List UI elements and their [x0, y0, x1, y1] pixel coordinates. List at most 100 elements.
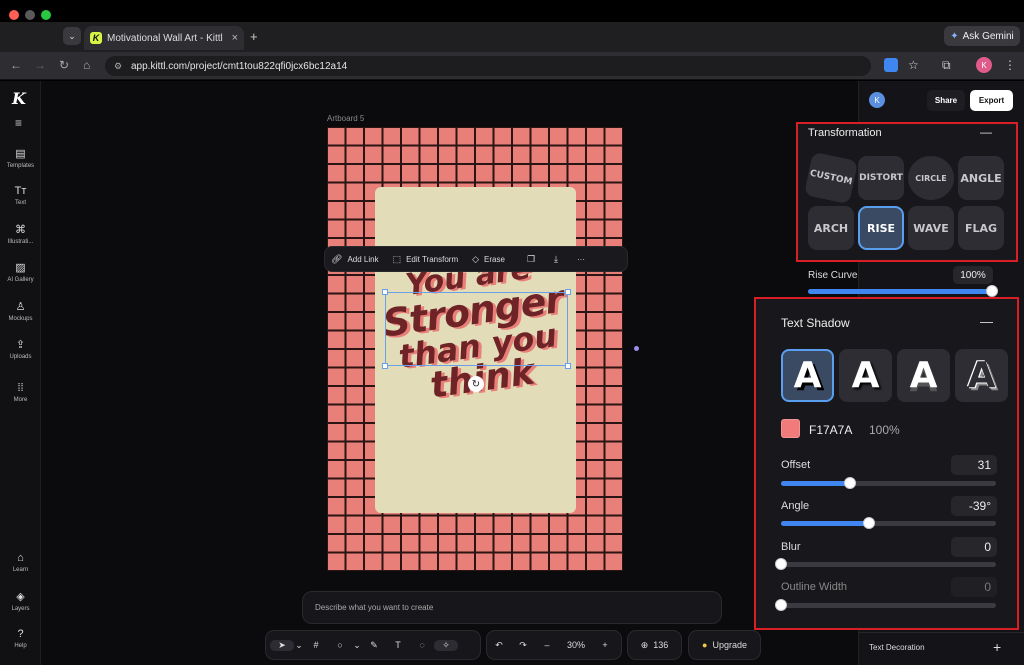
erase-button[interactable]: ◇ Erase	[472, 254, 505, 265]
browser-menu-icon[interactable]: ⋮	[1004, 58, 1016, 72]
slider-knob[interactable]	[775, 558, 787, 570]
redo-icon[interactable]: ↷	[511, 640, 535, 651]
sidebar-item-templates[interactable]: ▤ Templates	[0, 147, 41, 169]
text-decoration-label[interactable]: Text Decoration	[869, 643, 925, 652]
chevron-down-icon[interactable]: ⌄	[352, 640, 362, 651]
minimize-window-button[interactable]	[25, 10, 35, 20]
ask-gemini-button[interactable]: ✦ Ask Gemini	[944, 26, 1020, 46]
blur-slider[interactable]	[775, 558, 996, 570]
shadow-opacity[interactable]: 100%	[869, 423, 900, 437]
collapse-text-shadow-icon[interactable]: —	[980, 314, 993, 329]
sidebar-item-ai-gallery[interactable]: ▨ AI Gallery	[0, 261, 41, 283]
ai-magic-tool-icon[interactable]: ✧	[434, 639, 458, 651]
transform-flag[interactable]: FLAG	[958, 206, 1004, 250]
help-icon: ?	[17, 628, 24, 640]
shadow-style-2[interactable]: A	[839, 349, 892, 402]
sidebar-item-uploads[interactable]: ⇪ Uploads	[0, 338, 41, 360]
outline-width-value[interactable]: 0	[951, 577, 997, 597]
back-icon[interactable]: ←	[10, 58, 22, 72]
comment-tool-icon[interactable]: ◌	[410, 640, 434, 650]
resize-handle[interactable]	[382, 289, 388, 295]
transform-custom[interactable]: CUSTOM	[803, 151, 859, 205]
undo-icon[interactable]: ↶	[487, 640, 511, 651]
cast-icon[interactable]	[884, 58, 898, 72]
collapse-transformation-icon[interactable]: —	[980, 125, 992, 139]
slider-knob[interactable]	[986, 285, 998, 297]
zoom-window-button[interactable]	[41, 10, 51, 20]
transform-wave[interactable]: WAVE	[908, 206, 954, 250]
chevron-down-icon[interactable]: ⌄	[294, 640, 304, 651]
reload-icon[interactable]: ↻	[59, 58, 69, 72]
text-icon: Tт	[14, 185, 27, 197]
offset-value[interactable]: 31	[951, 455, 997, 475]
slider-knob[interactable]	[775, 599, 787, 611]
shadow-style-4[interactable]: A	[955, 349, 1008, 402]
add-text-decoration-icon[interactable]: +	[993, 639, 1001, 655]
profile-avatar[interactable]: K	[976, 57, 992, 73]
user-avatar[interactable]: K	[869, 92, 885, 108]
angle-slider[interactable]	[781, 517, 996, 529]
upgrade-button[interactable]: ● Upgrade	[688, 630, 761, 660]
kittl-logo[interactable]: K	[12, 89, 26, 108]
shadow-color-swatch[interactable]	[781, 419, 800, 438]
new-tab-button[interactable]: +	[250, 29, 258, 44]
offset-slider[interactable]	[781, 477, 996, 489]
shadow-style-3[interactable]: A	[897, 349, 950, 402]
sidebar-item-mockups[interactable]: ♙ Mockups	[0, 300, 41, 322]
tab-search-button[interactable]: ⌄	[63, 27, 81, 45]
prompt-input[interactable]: Describe what you want to create	[302, 591, 722, 624]
edit-transform-label: Edit Transform	[406, 254, 459, 264]
rise-curve-value[interactable]: 100%	[953, 266, 993, 284]
angle-value[interactable]: -39°	[951, 496, 997, 516]
sidebar-item-learn[interactable]: ⌂ Learn	[0, 552, 41, 573]
home-icon[interactable]: ⌂	[83, 58, 90, 72]
sidebar-item-text[interactable]: Tт Text	[0, 185, 41, 206]
transform-arch[interactable]: ARCH	[808, 206, 854, 250]
select-tool-icon[interactable]: ➤	[270, 639, 294, 651]
zoom-out-button[interactable]: –	[535, 640, 559, 650]
shadow-style-1[interactable]: A	[781, 349, 834, 402]
transform-distort[interactable]: DISTORT	[858, 156, 904, 200]
zoom-level[interactable]: 30%	[559, 640, 593, 650]
hamburger-menu-icon[interactable]: ≡	[15, 116, 22, 130]
artboard-label: Artboard 5	[327, 114, 365, 123]
outline-width-slider[interactable]	[775, 599, 996, 611]
resize-handle[interactable]	[565, 289, 571, 295]
rise-curve-slider[interactable]	[808, 285, 998, 297]
slider-knob[interactable]	[843, 477, 856, 489]
transform-angle[interactable]: ANGLE	[958, 156, 1004, 200]
tab-close-icon[interactable]: ×	[232, 32, 238, 44]
pen-tool-icon[interactable]: ✎	[362, 640, 386, 651]
url-field[interactable]: ⚙ app.kittl.com/project/cmt1tou822qfi0jcx…	[105, 56, 871, 76]
browser-tab[interactable]: K Motivational Wall Art - Kittl ×	[84, 26, 244, 50]
credits-counter[interactable]: ⊕ 136	[627, 630, 682, 660]
forward-icon[interactable]: →	[34, 58, 46, 72]
transform-circle[interactable]: CIRCLE	[908, 156, 954, 200]
share-button[interactable]: Share	[927, 90, 965, 111]
transform-rise[interactable]: RISE	[858, 206, 904, 250]
resize-handle[interactable]	[565, 363, 571, 369]
duplicate-button[interactable]: ❐	[527, 254, 540, 265]
sidebar-item-help[interactable]: ? Help	[0, 628, 41, 649]
close-window-button[interactable]	[9, 10, 19, 20]
sidebar-item-layers[interactable]: ◈ Layers	[0, 590, 41, 612]
bookmark-star-icon[interactable]: ☆	[908, 58, 919, 72]
export-button[interactable]: Export	[970, 90, 1013, 111]
download-button[interactable]: ⤓	[554, 254, 563, 265]
zoom-in-button[interactable]: +	[593, 640, 617, 650]
rotate-handle-icon[interactable]: ↻	[468, 376, 484, 392]
sidebar-item-label: Text	[14, 200, 26, 206]
edit-transform-button[interactable]: ⬚ Edit Transform	[393, 254, 459, 265]
shape-tool-icon[interactable]: ○	[328, 640, 352, 650]
text-tool-icon[interactable]: T	[386, 640, 410, 650]
sidebar-item-more[interactable]: ⁞⁞ More	[0, 382, 41, 403]
selection-box[interactable]	[385, 292, 568, 366]
more-options-button[interactable]: ···	[577, 255, 585, 264]
shadow-color-hex[interactable]: F17A7A	[809, 423, 852, 437]
sidebar-item-illustrations[interactable]: ⌘ Illustrati...	[0, 223, 41, 245]
blur-value[interactable]: 0	[951, 537, 997, 557]
add-link-button[interactable]: 🔗︎ Add Link	[331, 254, 379, 265]
frame-tool-icon[interactable]: #	[304, 640, 328, 650]
extensions-icon[interactable]: ⧉	[942, 58, 951, 73]
resize-handle[interactable]	[382, 363, 388, 369]
